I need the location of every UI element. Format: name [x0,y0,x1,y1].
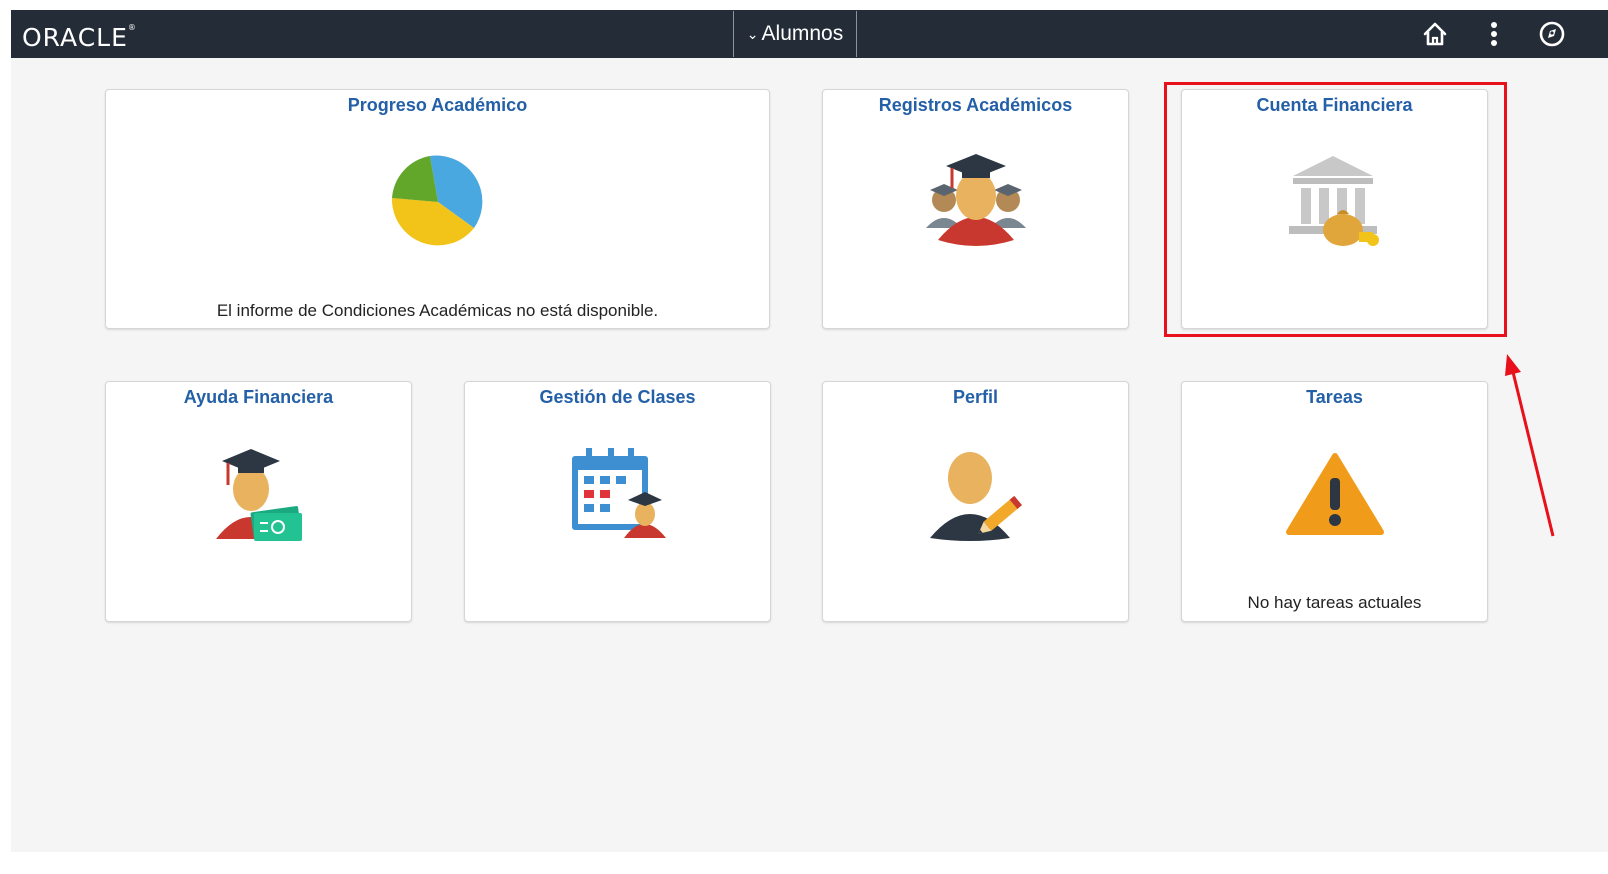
homepage-label: Alumnos [761,22,844,45]
tile-title: Tareas [1306,387,1363,407]
tile-title: Ayuda Financiera [183,387,334,407]
tile-title: Gestión de Clases [539,387,696,407]
warning-icon [1285,452,1385,541]
top-banner: ORACLE® ⌄ Alumnos [11,10,1608,58]
tile-title: Cuenta Financiera [1256,95,1413,115]
graduates-icon [924,148,1028,253]
tile-title: Registros Académicos [878,95,1073,115]
tile-ayuda-financiera[interactable]: Ayuda Financiera [105,381,412,622]
chevron-down-icon: ⌄ [746,25,759,42]
tile-cuenta-financiera[interactable]: Cuenta Financiera [1181,89,1488,329]
tile-note: No hay tareas actuales [1247,593,1422,612]
tile-perfil[interactable]: Perfil [822,381,1129,622]
logo-text: ORACLE [22,23,128,52]
tile-registros-academicos[interactable]: Registros Académicos [822,89,1129,329]
graduate-money-icon [214,443,304,548]
app-frame: ORACLE® ⌄ Alumnos Progreso Académico El … [11,10,1608,852]
tile-title: Perfil [952,387,999,407]
class-calendar-icon [568,444,668,545]
profile-edit-icon [926,444,1026,549]
bank-money-icon [1287,154,1383,253]
tile-gestion-de-clases[interactable]: Gestión de Clases [464,381,771,622]
tile-note: El informe de Condiciones Académicas no … [216,301,659,320]
tile-progreso-academico[interactable]: Progreso Académico El informe de Condici… [105,89,770,329]
navbar-compass-icon[interactable] [1538,20,1566,53]
oracle-logo: ORACLE® [22,23,137,52]
annotation-arrow [1505,354,1555,537]
home-icon[interactable] [1421,20,1449,53]
pie-chart-icon [390,154,486,255]
homepage-selector[interactable]: ⌄ Alumnos [733,11,857,57]
tile-title: Progreso Académico [347,95,528,115]
actions-menu-icon[interactable] [1487,21,1501,54]
tile-tareas[interactable]: Tareas No hay tareas actuales [1181,381,1488,622]
